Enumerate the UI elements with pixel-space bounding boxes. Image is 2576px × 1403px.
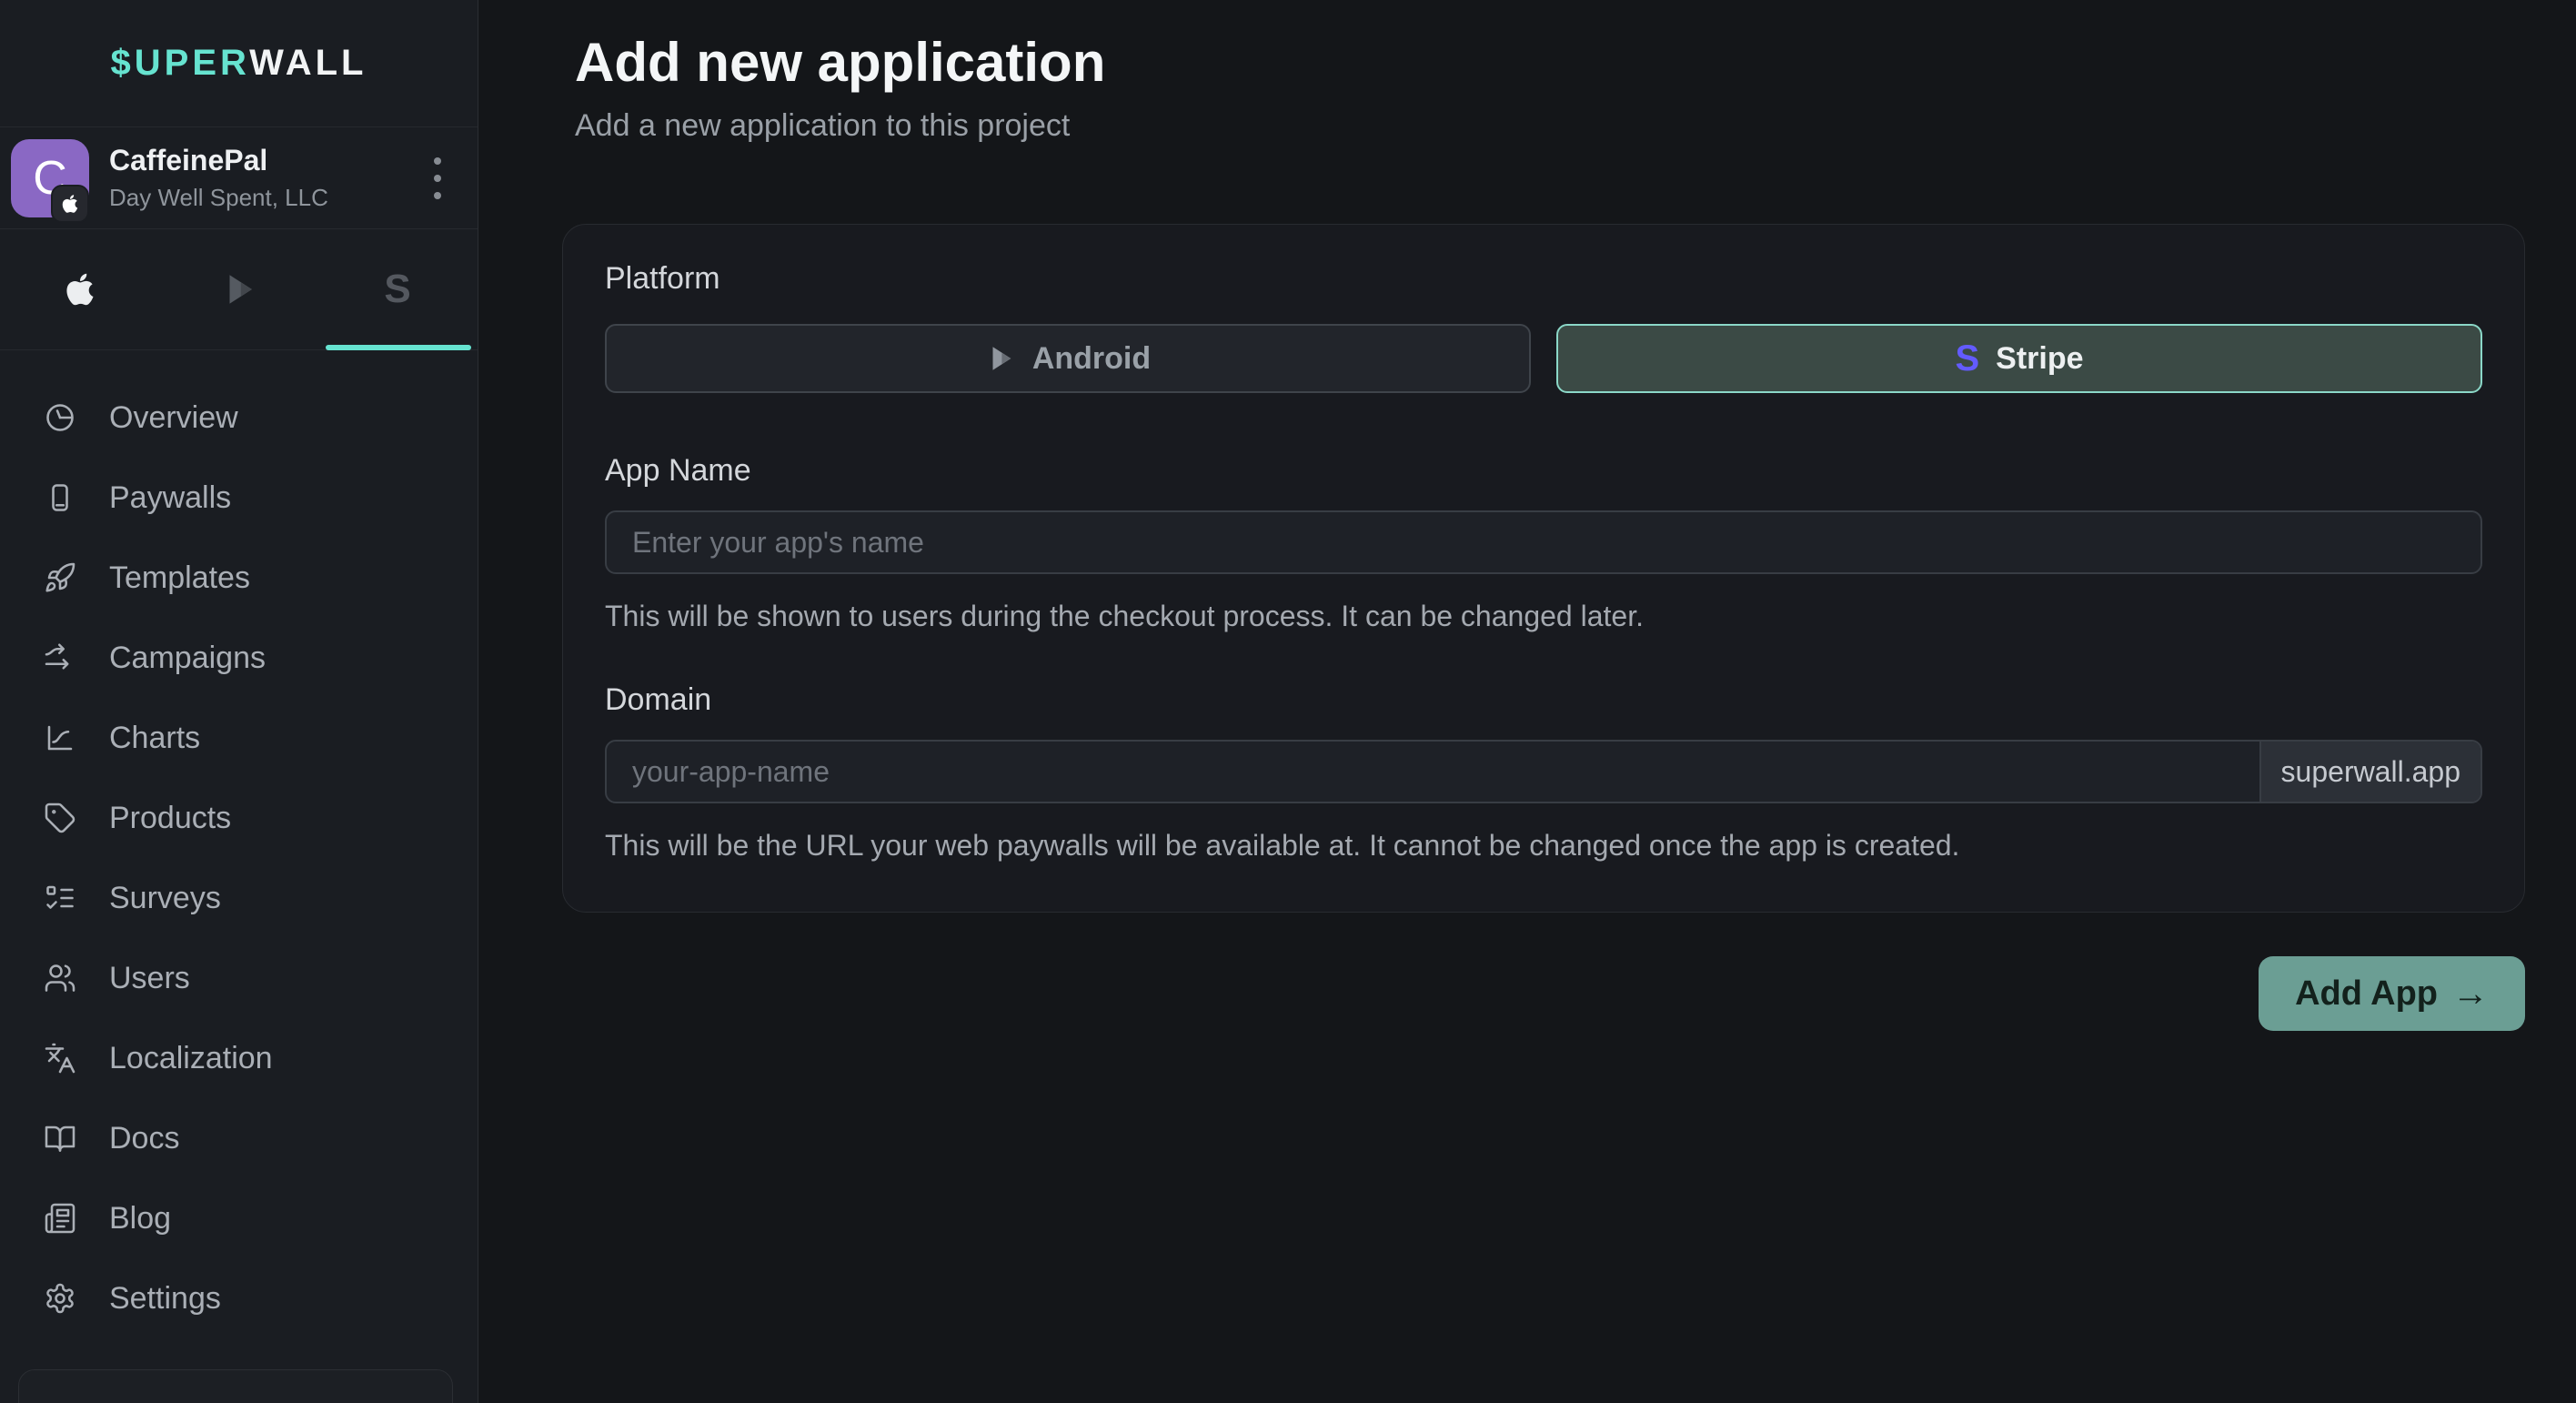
join-discord-button[interactable]: Join Our Discord (18, 1369, 453, 1403)
app-name-help: This will be shown to users during the c… (605, 600, 2482, 633)
sidebar-item-localization[interactable]: Localization (0, 1018, 478, 1098)
app-name-label: App Name (605, 453, 2482, 489)
apple-platform-badge (51, 185, 89, 223)
gear-icon (44, 1282, 76, 1315)
sidebar-item-paywalls[interactable]: Paywalls (0, 458, 478, 538)
platform-label: Platform (605, 261, 2482, 297)
google-play-icon (985, 343, 1016, 374)
domain-input[interactable] (607, 742, 2259, 802)
newspaper-icon (44, 1202, 76, 1235)
sidebar-nav: Overview Paywalls Templates Campaigns (0, 350, 478, 1338)
arrow-right-icon: → (2452, 974, 2489, 1014)
project-switcher[interactable]: C CaffeinePal Day Well Spent, LLC (0, 127, 478, 229)
app-name-input[interactable] (605, 510, 2482, 574)
stripe-icon: S (384, 267, 411, 312)
sidebar-item-charts[interactable]: Charts (0, 698, 478, 778)
tab-stripe[interactable]: S (318, 229, 478, 349)
tab-apple[interactable] (0, 229, 159, 349)
project-menu-button[interactable] (419, 157, 456, 199)
sidebar-item-settings[interactable]: Settings (0, 1258, 478, 1338)
platform-stripe-button[interactable]: S Stripe (1556, 324, 2482, 393)
page-subtitle: Add a new application to this project (575, 108, 2525, 144)
apple-icon (58, 192, 82, 216)
sidebar-item-blog[interactable]: Blog (0, 1178, 478, 1258)
stripe-icon: S (1955, 338, 1979, 379)
platform-android-button[interactable]: Android (605, 324, 1531, 393)
logo-teal-part: $UPER (111, 43, 250, 83)
sidebar-item-label: Settings (109, 1281, 221, 1317)
users-icon (44, 962, 76, 994)
sidebar-item-campaigns[interactable]: Campaigns (0, 618, 478, 698)
tab-google-play[interactable] (159, 229, 318, 349)
project-company: Day Well Spent, LLC (109, 184, 419, 212)
sidebar-item-label: Users (109, 961, 190, 996)
stripe-label: Stripe (1996, 341, 2083, 377)
add-app-button-label: Add App (2295, 974, 2438, 1014)
sidebar: $UPERWALL C CaffeinePal Day Well Spent, … (0, 0, 478, 1403)
sidebar-item-label: Docs (109, 1121, 179, 1156)
split-arrows-icon (44, 641, 76, 674)
sidebar-item-users[interactable]: Users (0, 938, 478, 1018)
domain-input-group: superwall.app (605, 740, 2482, 803)
languages-icon (44, 1042, 76, 1075)
sidebar-item-label: Surveys (109, 881, 221, 916)
domain-help: This will be the URL your web paywalls w… (605, 829, 2482, 863)
submit-row: Add App → (562, 956, 2525, 1031)
add-app-button[interactable]: Add App → (2259, 956, 2525, 1031)
sidebar-item-label: Charts (109, 721, 200, 756)
sidebar-item-label: Localization (109, 1041, 273, 1076)
platform-tabs: S (0, 229, 478, 350)
sidebar-item-overview[interactable]: Overview (0, 378, 478, 458)
logo-white-part: WALL (249, 43, 367, 83)
main-content: Add new application Add a new applicatio… (478, 0, 2576, 1031)
sidebar-item-surveys[interactable]: Surveys (0, 858, 478, 938)
rocket-icon (44, 561, 76, 594)
active-tab-indicator (326, 345, 471, 350)
logo-header: $UPERWALL (0, 0, 478, 127)
page-title: Add new application (575, 31, 2525, 94)
chart-line-icon (44, 722, 76, 754)
sidebar-item-label: Campaigns (109, 641, 266, 676)
google-play-icon (220, 270, 258, 308)
sidebar-item-label: Overview (109, 400, 238, 436)
apple-icon (59, 268, 101, 310)
gauge-icon (44, 401, 76, 434)
android-label: Android (1032, 341, 1151, 377)
domain-suffix: superwall.app (2259, 742, 2480, 802)
sidebar-item-label: Blog (109, 1201, 171, 1236)
list-checks-icon (44, 882, 76, 914)
sidebar-item-docs[interactable]: Docs (0, 1098, 478, 1178)
app-avatar: C (11, 139, 89, 217)
tag-icon (44, 802, 76, 834)
domain-label: Domain (605, 682, 2482, 718)
sidebar-item-templates[interactable]: Templates (0, 538, 478, 618)
add-application-card: Platform Android S Stripe App Name This … (562, 224, 2525, 913)
sidebar-item-label: Templates (109, 560, 250, 596)
sidebar-item-label: Products (109, 801, 231, 836)
sidebar-item-products[interactable]: Products (0, 778, 478, 858)
sidebar-item-label: Paywalls (109, 480, 231, 516)
project-name: CaffeinePal (109, 144, 419, 177)
superwall-logo: $UPERWALL (111, 43, 367, 84)
platform-options: Android S Stripe (605, 324, 2482, 393)
smartphone-icon (44, 481, 76, 514)
project-meta: CaffeinePal Day Well Spent, LLC (109, 144, 419, 212)
book-open-icon (44, 1122, 76, 1155)
